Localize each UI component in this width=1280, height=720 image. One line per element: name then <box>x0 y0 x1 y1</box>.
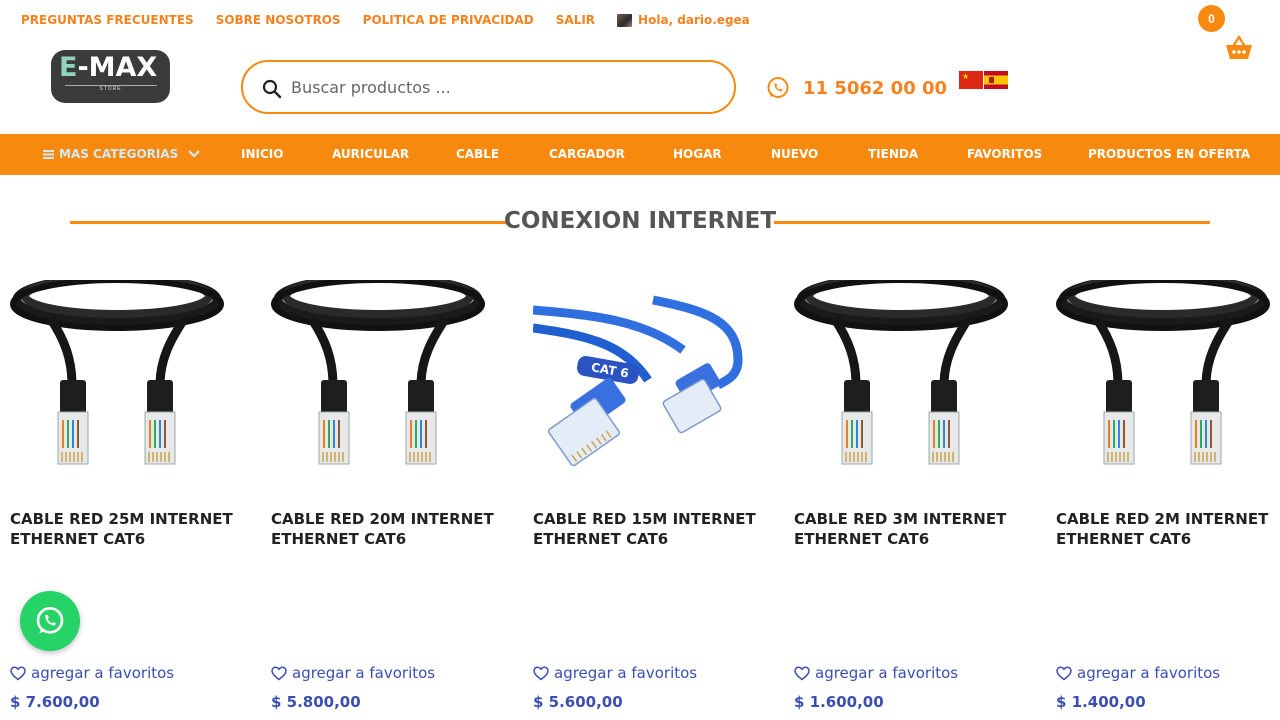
product-card[interactable]: CABLE RED 2M INTERNET ETHERNET CAT6 agre… <box>1056 280 1280 720</box>
menu-icon <box>43 149 54 159</box>
product-image[interactable] <box>794 280 1008 475</box>
nav-item-auricular[interactable]: AURICULAR <box>332 147 409 161</box>
nav-item-tienda[interactable]: TIENDA <box>868 147 918 161</box>
product-card[interactable]: CABLE RED 20M INTERNET ETHERNET CAT6 agr… <box>271 280 501 720</box>
top-bar: PREGUNTAS FRECUENTES SOBRE NOSOTROS POLI… <box>0 0 1280 59</box>
nav-item-hogar[interactable]: HOGAR <box>673 147 722 161</box>
heart-icon <box>794 666 810 680</box>
faq-link[interactable]: PREGUNTAS FRECUENTES <box>21 13 194 27</box>
cart-count-badge: 0 <box>1198 5 1225 32</box>
product-title[interactable]: CABLE RED 15M INTERNET ETHERNET CAT6 <box>533 509 763 549</box>
product-title[interactable]: CABLE RED 3M INTERNET ETHERNET CAT6 <box>794 509 1024 549</box>
logout-link[interactable]: SALIR <box>556 13 595 27</box>
nav-item-nuevo[interactable]: NUEVO <box>771 147 818 161</box>
top-links: PREGUNTAS FRECUENTES SOBRE NOSOTROS POLI… <box>21 13 750 27</box>
product-image[interactable]: CAT 6 <box>533 280 747 475</box>
spain-flag-icon[interactable] <box>984 71 1008 89</box>
avatar <box>617 13 633 27</box>
nav-item-cargador[interactable]: CARGADOR <box>549 147 625 161</box>
nav-item-ofertas[interactable]: PRODUCTOS EN OFERTA <box>1088 147 1250 161</box>
main-nav: MAS CATEGORIAS INICIO AURICULAR CABLE CA… <box>0 134 1280 175</box>
product-image[interactable] <box>271 280 485 475</box>
whatsapp-icon <box>767 77 789 98</box>
nav-item-favoritos[interactable]: FAVORITOS <box>967 147 1042 161</box>
section-title: CONEXION INTERNET <box>503 208 777 234</box>
product-image[interactable] <box>1056 280 1270 475</box>
add-favorite-label: agregar a favoritos <box>292 664 436 682</box>
whatsapp-icon <box>36 607 64 634</box>
search-input[interactable] <box>291 74 711 100</box>
categories-label: MAS CATEGORIAS <box>59 147 179 161</box>
product-price: $ 1.400,00 <box>1056 693 1146 711</box>
whatsapp-chat-button[interactable] <box>20 591 80 651</box>
nav-item-cable[interactable]: CABLE <box>456 147 499 161</box>
heart-icon <box>10 666 26 680</box>
add-favorite-button[interactable]: agregar a favoritos <box>1056 664 1220 682</box>
product-card[interactable]: CABLE RED 3M INTERNET ETHERNET CAT6 agre… <box>794 280 1024 720</box>
product-price: $ 5.800,00 <box>271 693 361 711</box>
product-title[interactable]: CABLE RED 20M INTERNET ETHERNET CAT6 <box>271 509 501 549</box>
language-switcher: ★ <box>959 71 1008 89</box>
add-favorite-button[interactable]: agregar a favoritos <box>794 664 958 682</box>
basket-icon <box>1226 35 1252 59</box>
categories-menu[interactable]: MAS CATEGORIAS <box>43 147 201 161</box>
search-icon[interactable] <box>262 79 282 99</box>
logo-wordmark: E-MAX <box>59 52 158 83</box>
add-favorite-button[interactable]: agregar a favoritos <box>10 664 174 682</box>
product-card[interactable]: CABLE RED 25M INTERNET ETHERNET CAT6 agr… <box>10 280 240 720</box>
add-favorite-label: agregar a favoritos <box>554 664 698 682</box>
china-flag-icon[interactable]: ★ <box>959 71 983 89</box>
site-logo[interactable]: E-MAX STORE <box>51 50 170 103</box>
about-link[interactable]: SOBRE NOSOTROS <box>216 13 341 27</box>
add-favorite-label: agregar a favoritos <box>31 664 175 682</box>
phone-number: 11 5062 00 00 <box>803 77 948 99</box>
add-favorite-button[interactable]: agregar a favoritos <box>533 664 697 682</box>
add-favorite-button[interactable]: agregar a favoritos <box>271 664 435 682</box>
heart-icon <box>533 666 549 680</box>
user-greeting[interactable]: Hola, dario.egea <box>617 13 750 27</box>
product-price: $ 7.600,00 <box>10 693 100 711</box>
logo-subtitle: STORE <box>99 86 122 92</box>
product-price: $ 5.600,00 <box>533 693 623 711</box>
greeting-text: Hola, dario.egea <box>638 13 750 27</box>
add-favorite-label: agregar a favoritos <box>815 664 959 682</box>
privacy-link[interactable]: POLITICA DE PRIVACIDAD <box>363 13 534 27</box>
product-image[interactable] <box>10 280 224 475</box>
phone-contact[interactable]: 11 5062 00 00 <box>766 76 947 100</box>
product-title[interactable]: CABLE RED 25M INTERNET ETHERNET CAT6 <box>10 509 240 549</box>
add-favorite-label: agregar a favoritos <box>1077 664 1221 682</box>
product-card[interactable]: CAT 6 CABLE RED 15M INTERNET ETHERNET CA… <box>533 280 763 720</box>
chevron-down-icon <box>188 150 201 158</box>
nav-item-inicio[interactable]: INICIO <box>241 147 283 161</box>
product-title[interactable]: CABLE RED 2M INTERNET ETHERNET CAT6 <box>1056 509 1280 549</box>
search-box[interactable] <box>241 60 736 114</box>
heart-icon <box>271 666 287 680</box>
product-price: $ 1.600,00 <box>794 693 884 711</box>
heart-icon <box>1056 666 1072 680</box>
